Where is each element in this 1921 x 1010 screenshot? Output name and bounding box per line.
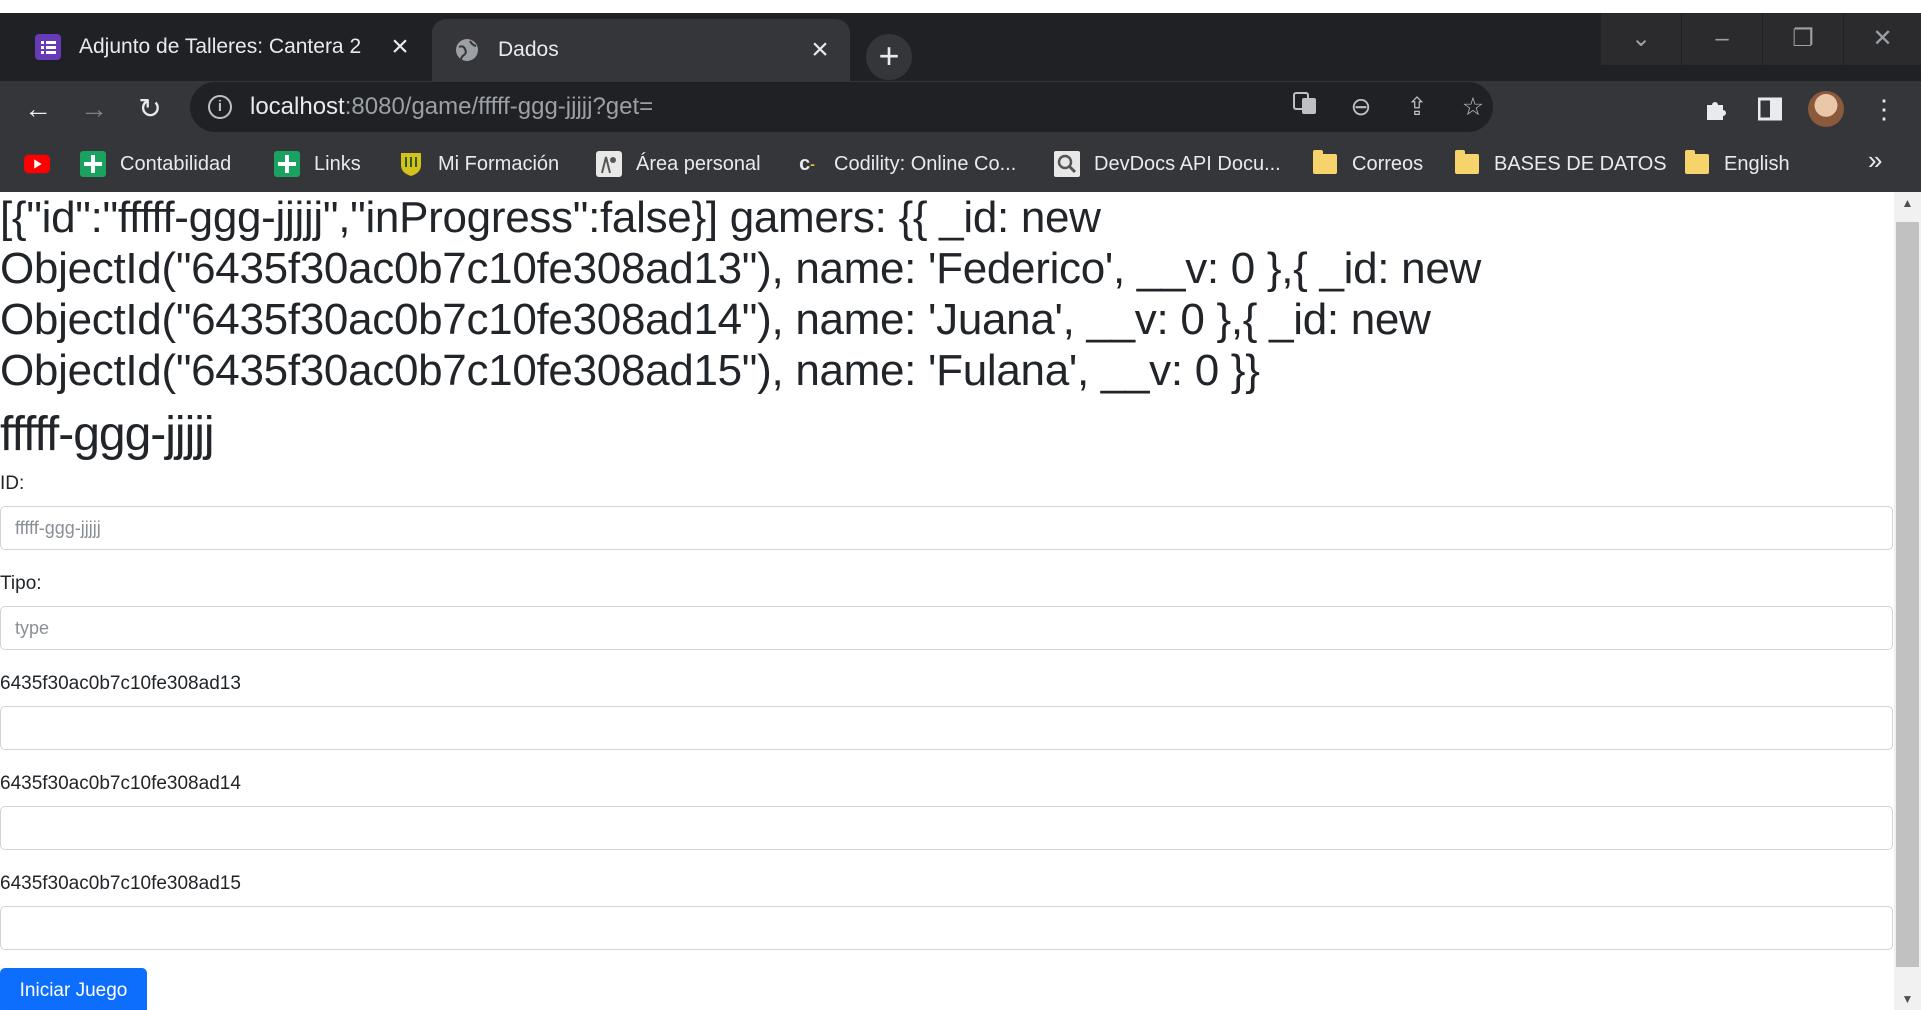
page-scrollbar[interactable]: ▲ ▼	[1894, 192, 1921, 1010]
bookmarks-overflow-icon[interactable]: »	[1868, 145, 1882, 176]
tab-search-icon[interactable]: ⌄	[1601, 13, 1681, 65]
tab-dados[interactable]: Dados ×	[432, 19, 850, 81]
new-tab-button[interactable]: +	[866, 34, 912, 80]
bookmark-youtube[interactable]	[24, 149, 64, 179]
page-content: [{"id":"fffff-ggg-jjjjj","inProgress":fa…	[0, 192, 1894, 1010]
translate-icon[interactable]	[190, 90, 224, 124]
bookmark-label: Mi Formación	[438, 152, 560, 175]
forward-icon[interactable]: →	[72, 87, 116, 131]
extensions-icon[interactable]	[1694, 87, 1738, 131]
bookmark-label: Codility: Online Co...	[834, 152, 1017, 175]
share-icon[interactable]: ⇪	[1400, 90, 1434, 124]
list-icon	[35, 34, 61, 60]
globe-icon	[454, 37, 480, 63]
bookmark-mi-formacion[interactable]: Mi Formación	[398, 149, 559, 179]
address-url[interactable]: localhost:8080/game/fffff-ggg-jjjjj?get=	[250, 93, 653, 121]
bookmark-label: English	[1724, 152, 1790, 175]
translate-icon[interactable]	[1288, 90, 1322, 124]
site-icon	[596, 151, 622, 177]
bookmark-folder-english[interactable]: English	[1684, 149, 1790, 179]
game-id-heading: fffff-ggg-jjjjj	[0, 408, 215, 461]
browser-chrome: Adjunto de Talleres: Cantera 2 × Dados ×…	[0, 13, 1921, 192]
id-input[interactable]	[0, 506, 1893, 550]
minimize-icon[interactable]: –	[1682, 13, 1762, 65]
address-bar[interactable]: i localhost:8080/game/fffff-ggg-jjjjj?ge…	[190, 82, 1493, 132]
profile-avatar[interactable]	[1808, 91, 1844, 127]
close-tab-icon[interactable]: ×	[806, 35, 834, 65]
gamer-input[interactable]	[0, 806, 1893, 850]
shield-icon	[398, 151, 424, 177]
sheets-icon	[274, 151, 300, 177]
scroll-down-icon[interactable]: ▼	[1894, 988, 1921, 1010]
sheets-icon	[80, 151, 106, 177]
navigation-toolbar: ← → ↻ i localhost:8080/game/fffff-ggg-jj…	[0, 81, 1921, 137]
bookmark-label: Área personal	[636, 152, 761, 175]
gamer-label: 6435f30ac0b7c10fe308ad15	[0, 873, 241, 894]
youtube-icon	[24, 151, 50, 177]
scrollbar-thumb[interactable]	[1896, 222, 1919, 967]
folder-icon	[1684, 150, 1710, 177]
gamer-input[interactable]	[0, 906, 1893, 950]
id-label: ID:	[0, 473, 25, 494]
codility-icon: c-	[799, 152, 815, 175]
bookmark-devdocs[interactable]: DevDocs API Docu...	[1054, 149, 1281, 179]
type-label: Tipo:	[0, 573, 42, 594]
bookmark-folder-bases-de-datos[interactable]: BASES DE DATOS	[1454, 149, 1667, 179]
zoom-out-icon[interactable]: ⊖	[1344, 90, 1378, 124]
tab-title: Adjunto de Talleres: Cantera 2	[79, 35, 362, 58]
bookmark-label: BASES DE DATOS	[1494, 152, 1667, 175]
bookmark-contabilidad[interactable]: Contabilidad	[80, 149, 231, 179]
bookmark-links[interactable]: Links	[274, 149, 361, 179]
bookmark-label: Contabilidad	[120, 152, 232, 175]
tab-adjunto-talleres[interactable]: Adjunto de Talleres: Cantera 2 ×	[13, 19, 430, 75]
type-input[interactable]	[0, 606, 1893, 650]
menu-kebab-icon[interactable]: ⋮	[1862, 87, 1906, 131]
gamer-label: 6435f30ac0b7c10fe308ad14	[0, 773, 241, 794]
gamer-input[interactable]	[0, 706, 1893, 750]
devdocs-icon	[1054, 151, 1080, 177]
close-tab-icon[interactable]: ×	[386, 32, 414, 62]
gamer-label: 6435f30ac0b7c10fe308ad13	[0, 673, 241, 694]
tab-title: Dados	[498, 38, 559, 61]
screen-top-strip	[0, 0, 1921, 13]
bookmark-star-icon[interactable]: ☆	[1456, 90, 1490, 124]
bookmarks-bar: Contabilidad Links Mi Formación Área per…	[0, 137, 1921, 192]
reload-icon[interactable]: ↻	[128, 87, 172, 131]
scroll-up-icon[interactable]: ▲	[1894, 192, 1921, 214]
bookmark-label: Correos	[1352, 152, 1424, 175]
bookmark-area-personal[interactable]: Área personal	[596, 149, 761, 179]
bookmark-codility[interactable]: c- Codility: Online Co...	[794, 149, 1016, 179]
back-icon[interactable]: ←	[16, 87, 60, 131]
bookmark-folder-correos[interactable]: Correos	[1312, 149, 1423, 179]
folder-icon	[1312, 150, 1338, 177]
bookmark-label: DevDocs API Docu...	[1094, 152, 1281, 175]
start-game-button[interactable]: Iniciar Juego	[0, 968, 147, 1010]
restore-icon[interactable]: ❐	[1763, 13, 1843, 65]
close-window-icon[interactable]: ✕	[1844, 13, 1921, 65]
folder-icon	[1454, 150, 1480, 177]
games-json-dump: [{"id":"fffff-ggg-jjjjj","inProgress":fa…	[0, 193, 1481, 395]
tab-strip: Adjunto de Talleres: Cantera 2 × Dados ×…	[0, 13, 1921, 81]
bookmark-label: Links	[314, 152, 361, 175]
side-panel-icon[interactable]	[1748, 87, 1792, 131]
